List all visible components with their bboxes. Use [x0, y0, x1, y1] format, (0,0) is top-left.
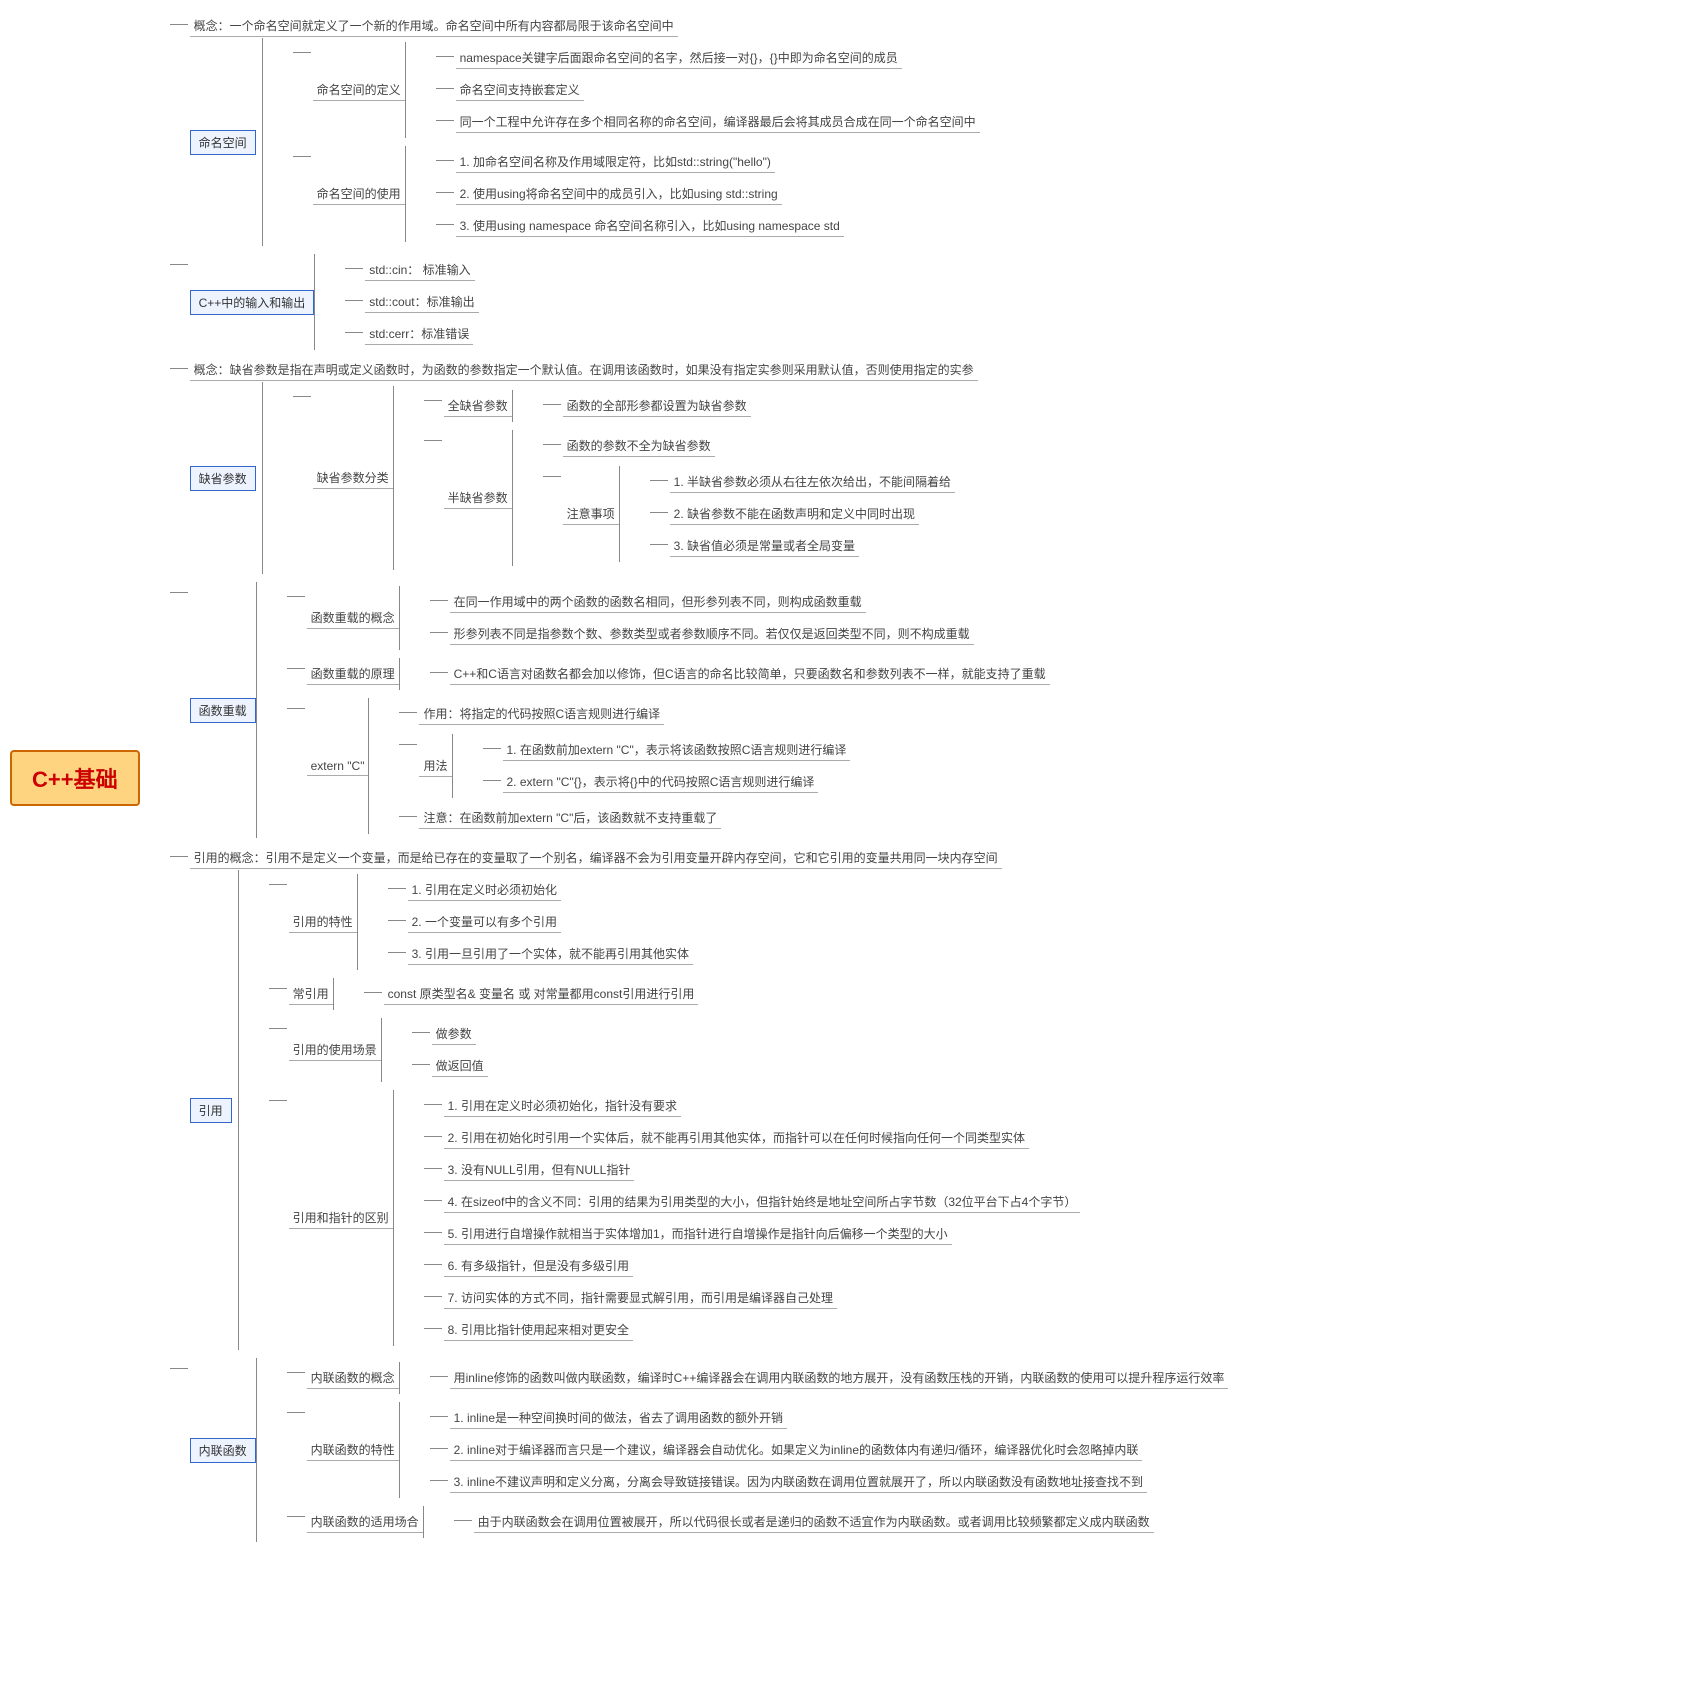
leaf: 半缺省参数	[444, 487, 512, 509]
concept-text: 引用的概念：引用不是定义一个变量，而是给已存在的变量取了一个别名，编译器不会为引…	[190, 847, 1002, 869]
node-overload: 函数重载 函数重载的概念 在同一作用域中的两个函数的函数名相同，但形参列表不同，…	[170, 578, 1229, 842]
sub-label: 函数重载的概念	[307, 607, 399, 629]
leaf: 同一个工程中允许存在多个相同名称的命名空间，编译器最后会将其成员合成在同一个命名…	[456, 111, 980, 133]
node-namespace: 概念：一个命名空间就定义了一个新的作用域。命名空间中所有内容都局限于该命名空间中…	[170, 10, 1229, 250]
sub-label: 命名空间的定义	[313, 79, 405, 101]
concept-text: 概念：一个命名空间就定义了一个新的作用域。命名空间中所有内容都局限于该命名空间中	[190, 15, 678, 37]
leaf: 全缺省参数	[444, 395, 512, 417]
leaf: 形参列表不同是指参数个数、参数类型或者参数顺序不同。若仅仅是返回类型不同，则不构…	[450, 623, 974, 645]
leaf: 2. 引用在初始化时引用一个实体后，就不能再引用其他实体，而指针可以在任何时候指…	[444, 1127, 1029, 1149]
leaf: 用inline修饰的函数叫做内联函数，编译时C++编译器会在调用内联函数的地方展…	[450, 1367, 1229, 1389]
node-ns-use: 命名空间的使用 1. 加命名空间名称及作用域限定符，比如std::string(…	[293, 142, 980, 246]
sub-label: 缺省参数分类	[313, 467, 393, 489]
node-label: 引用	[190, 1098, 232, 1123]
leaf: C++和C语言对函数名都会加以修饰，但C语言的命名比较简单，只要函数名和参数列表…	[450, 663, 1050, 685]
node-label: 函数重载	[190, 698, 256, 723]
leaf: 在同一作用域中的两个函数的函数名相同，但形参列表不同，则构成函数重载	[450, 591, 866, 613]
leaf: 3. 缺省值必须是常量或者全局变量	[670, 535, 859, 557]
leaf: 3. 使用using namespace 命名空间名称引入，比如using na…	[456, 215, 844, 237]
leaf: 1. 加命名空间名称及作用域限定符，比如std::string("hello")	[456, 151, 775, 173]
leaf: 1. 在函数前加extern "C"，表示将该函数按照C语言规则进行编译	[503, 739, 851, 761]
sub-label: 内联函数的特性	[307, 1439, 399, 1461]
leaf: 1. 引用在定义时必须初始化	[408, 879, 561, 901]
leaf: 作用：将指定的代码按照C语言规则进行编译	[419, 703, 664, 725]
leaf: 2. 缺省参数不能在函数声明和定义中同时出现	[670, 503, 919, 525]
node-classify: 缺省参数分类 全缺省参数 函数的全部形参都设置为缺省参数 半缺省参数 函数的参数…	[293, 382, 955, 574]
leaf: 8. 引用比指针使用起来相对更安全	[444, 1319, 633, 1341]
leaf: 1. 引用在定义时必须初始化，指针没有要求	[444, 1095, 681, 1117]
leaf: 命名空间支持嵌套定义	[456, 79, 584, 101]
node-reference: 引用的概念：引用不是定义一个变量，而是给已存在的变量取了一个别名，编译器不会为引…	[170, 842, 1229, 1354]
node-ns-def: 命名空间的定义 namespace关键字后面跟命名空间的名字，然后接一对{}，{…	[293, 38, 980, 142]
leaf: 函数的参数不全为缺省参数	[563, 435, 715, 457]
leaf: 2. inline对于编译器而言只是一个建议，编译器会自动优化。如果定义为inl…	[450, 1439, 1143, 1461]
leaf: 3. inline不建议声明和定义分离，分离会导致链接错误。因为内联函数在调用位…	[450, 1471, 1147, 1493]
leaf: 6. 有多级指针，但是没有多级引用	[444, 1255, 633, 1277]
leaf: namespace关键字后面跟命名空间的名字，然后接一对{}，{}中即为命名空间…	[456, 47, 902, 69]
node-extern-c: extern "C" 作用：将指定的代码按照C语言规则进行编译 用法 1. 在函…	[287, 694, 1050, 838]
leaf: 2. 一个变量可以有多个引用	[408, 911, 561, 933]
sub-label: 命名空间的使用	[313, 183, 405, 205]
leaf: 注意：在函数前加extern "C"后，该函数就不支持重载了	[419, 807, 721, 829]
node-default-param: 概念：缺省参数是指在声明或定义函数时，为函数的参数指定一个默认值。在调用该函数时…	[170, 354, 1229, 578]
sub-label: 引用和指针的区别	[289, 1207, 393, 1229]
sub-label: 内联函数的概念	[307, 1367, 399, 1389]
root-node: C++基础	[10, 750, 140, 806]
leaf: 1. 半缺省参数必须从右往左依次给出，不能间隔着给	[670, 471, 955, 493]
node-label: 命名空间	[190, 130, 256, 155]
leaf: std::cin： 标准输入	[365, 259, 474, 281]
leaf: std:cerr：标准错误	[365, 323, 473, 345]
sub-label: 常引用	[289, 983, 333, 1005]
leaf: 2. extern "C"{}，表示将{}中的代码按照C语言规则进行编译	[503, 771, 819, 793]
node-label: 内联函数	[190, 1438, 256, 1463]
sub-label: 函数重载的原理	[307, 663, 399, 685]
leaf: 7. 访问实体的方式不同，指针需要显式解引用，而引用是编译器自己处理	[444, 1287, 837, 1309]
leaf: 做参数	[432, 1023, 476, 1045]
leaf: 3. 引用一旦引用了一个实体，就不能再引用其他实体	[408, 943, 693, 965]
leaf: 用法	[419, 755, 451, 777]
sub-label: 内联函数的适用场合	[307, 1511, 423, 1533]
leaf: std::cout：标准输出	[365, 291, 478, 313]
leaf: 由于内联函数会在调用位置被展开，所以代码很长或者是递归的函数不适宜作为内联函数。…	[474, 1511, 1154, 1533]
sub-label: 引用的使用场景	[289, 1039, 381, 1061]
node-label: 缺省参数	[190, 466, 256, 491]
leaf: 3. 没有NULL引用，但有NULL指针	[444, 1159, 635, 1181]
sub-label: extern "C"	[307, 757, 369, 776]
leaf: 做返回值	[432, 1055, 488, 1077]
node-label: C++中的输入和输出	[190, 290, 315, 315]
node-half: 半缺省参数 函数的参数不全为缺省参数 注意事项 1. 半缺省参数必须从右往左依次…	[424, 426, 955, 570]
node-io: C++中的输入和输出 std::cin： 标准输入 std::cout：标准输出…	[170, 250, 1229, 354]
leaf: 2. 使用using将命名空间中的成员引入，比如using std::strin…	[456, 183, 782, 205]
leaf: 4. 在sizeof中的含义不同：引用的结果为引用类型的大小，但指针始终是地址空…	[444, 1191, 1081, 1213]
leaf: 1. inline是一种空间换时间的做法，省去了调用函数的额外开销	[450, 1407, 787, 1429]
node-inline: 内联函数 内联函数的概念 用inline修饰的函数叫做内联函数，编译时C++编译…	[170, 1354, 1229, 1546]
leaf: const 原类型名& 变量名 或 对常量都用const引用进行引用	[384, 983, 699, 1005]
leaf: 注意事项	[563, 503, 619, 525]
concept-text: 概念：缺省参数是指在声明或定义函数时，为函数的参数指定一个默认值。在调用该函数时…	[190, 359, 978, 381]
sub-label: 引用的特性	[289, 911, 357, 933]
leaf: 函数的全部形参都设置为缺省参数	[563, 395, 751, 417]
leaf: 5. 引用进行自增操作就相当于实体增加1，而指针进行自增操作是指针向后偏移一个类…	[444, 1223, 952, 1245]
